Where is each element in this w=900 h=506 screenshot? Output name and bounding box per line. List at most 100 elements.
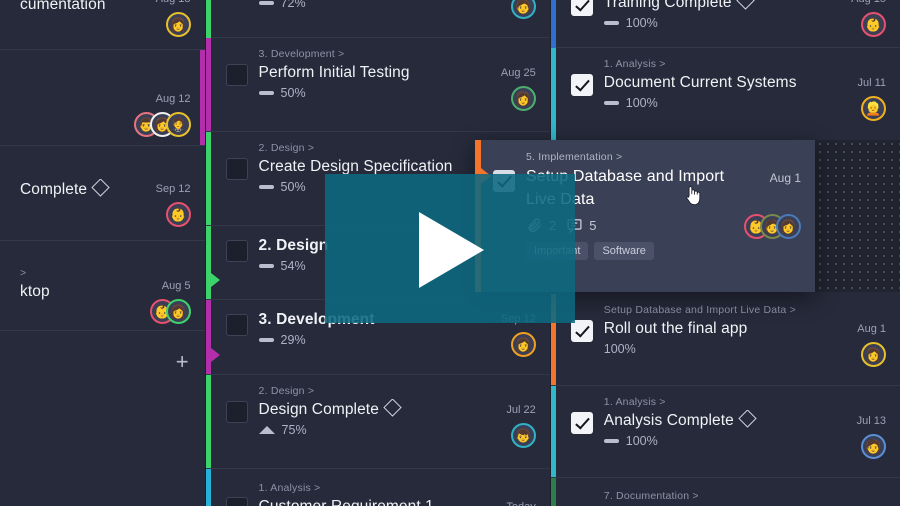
- assignee-avatars[interactable]: 👨 👩 🤵: [133, 112, 191, 137]
- progress-value: 100%: [603, 342, 636, 356]
- avatar[interactable]: 👦: [510, 423, 536, 448]
- task-progress: 29%: [258, 333, 476, 347]
- task-breadcrumb[interactable]: 7. Documentation >: [604, 489, 886, 503]
- row-color-bar: [550, 478, 556, 506]
- progress-value: 29%: [280, 333, 306, 347]
- assignee-avatars[interactable]: 👱: [834, 96, 886, 121]
- task-row[interactable]: 1. Analysis > Analysis Complete 100% Jul…: [550, 386, 900, 478]
- task-breadcrumb[interactable]: 2. Design >: [259, 384, 476, 398]
- add-task-button[interactable]: +: [176, 351, 189, 373]
- avatar[interactable]: 👩: [510, 332, 536, 357]
- avatar[interactable]: 👶: [165, 202, 191, 227]
- assignee-avatars[interactable]: 👩: [139, 12, 191, 37]
- row-color-bar: [205, 38, 211, 131]
- task-progress: 100%: [603, 434, 826, 448]
- avatar[interactable]: 🤵: [165, 112, 191, 137]
- task-row[interactable]: > ktop Aug 5 👶 👩: [0, 241, 205, 331]
- task-checkbox[interactable]: [570, 320, 593, 342]
- avatar[interactable]: 👩: [165, 12, 191, 37]
- task-date: Aug 1: [769, 171, 801, 185]
- assignee-avatars[interactable]: 👶: [139, 202, 191, 227]
- task-title-text: Design Complete: [258, 401, 379, 418]
- avatar[interactable]: 👩: [861, 342, 886, 367]
- task-row[interactable]: 2. Design > Design Complete 75% Jul 22 👦: [205, 375, 550, 469]
- task-breadcrumb[interactable]: 1. Analysis >: [259, 481, 476, 495]
- task-title: Document Current Systems: [603, 74, 797, 91]
- progress-triangle-icon: [258, 426, 275, 434]
- task-checkbox[interactable]: [225, 158, 248, 180]
- assignee-avatars[interactable]: 🧑: [484, 0, 536, 19]
- assignee-avatars[interactable]: 👶: [834, 12, 886, 37]
- progress-value: 54%: [280, 259, 306, 273]
- avatar[interactable]: 👶: [861, 12, 886, 37]
- task-checkbox[interactable]: [225, 240, 248, 262]
- task-row[interactable]: 72% 🧑: [205, 0, 550, 38]
- task-checkbox[interactable]: [225, 497, 248, 506]
- avatar[interactable]: 👩: [776, 214, 801, 239]
- task-checkbox[interactable]: [570, 74, 593, 96]
- task-progress: 100%: [604, 342, 826, 356]
- play-triangle-icon[interactable]: [419, 212, 484, 288]
- task-row[interactable]: Setup Database and Import Live Data > Ro…: [550, 294, 900, 386]
- task-row[interactable]: cumentation Aug 18 👩: [0, 0, 205, 50]
- task-row[interactable]: 7. Documentation >: [550, 478, 900, 506]
- progress-value: 50%: [280, 180, 306, 194]
- row-color-bar: [205, 226, 220, 299]
- task-breadcrumb[interactable]: 5. Implementation >: [526, 150, 736, 164]
- assignee-avatars[interactable]: 👦: [484, 423, 536, 448]
- task-date: Aug 25: [500, 67, 536, 79]
- task-row[interactable]: Complete Sep 12 👶: [0, 146, 205, 241]
- task-breadcrumb[interactable]: 1. Analysis >: [604, 395, 826, 409]
- task-checkbox[interactable]: [570, 0, 593, 16]
- assignee-avatars[interactable]: 👩: [484, 332, 536, 357]
- avatar[interactable]: 🧑: [510, 0, 536, 19]
- task-progress: 50%: [258, 86, 476, 100]
- task-checkbox[interactable]: [570, 412, 593, 434]
- task-breadcrumb[interactable]: 1. Analysis >: [604, 57, 826, 71]
- assignee-avatars[interactable]: 👩: [834, 342, 886, 367]
- task-row[interactable]: 1. Analysis > Document Current Systems 1…: [550, 48, 900, 142]
- avatar[interactable]: 👩: [165, 299, 191, 324]
- progress-dash-icon: [258, 264, 274, 268]
- task-row[interactable]: Aug 12 👨 👩 🤵: [0, 50, 205, 146]
- tag-software[interactable]: Software: [594, 242, 654, 260]
- row-color-bar: [205, 300, 220, 374]
- task-progress: 100%: [603, 16, 826, 30]
- assignee-avatars[interactable]: 👶 👩: [139, 299, 191, 324]
- assignee-avatars[interactable]: 👶 🧑 👩: [744, 214, 801, 239]
- task-breadcrumb[interactable]: 3. Development >: [259, 47, 476, 61]
- task-title: ktop: [20, 283, 50, 300]
- task-row[interactable]: 1. Analysis > Customer Requirement 1 Tod…: [205, 469, 550, 506]
- assignee-avatars[interactable]: 👩: [484, 86, 536, 111]
- row-color-bar: [205, 375, 211, 468]
- assignee-avatars[interactable]: 🧑: [834, 434, 886, 459]
- task-checkbox[interactable]: [225, 401, 248, 423]
- avatar[interactable]: 👱: [861, 96, 886, 121]
- task-title: Analysis Complete: [604, 410, 826, 431]
- task-row[interactable]: Training Complete 100% Aug 15 👶: [550, 0, 900, 48]
- add-task-row[interactable]: +: [0, 331, 205, 506]
- task-date: Aug 15: [834, 0, 886, 7]
- progress-value: 100%: [625, 96, 658, 110]
- task-date: Jul 22: [506, 404, 536, 416]
- row-color-bar: [205, 0, 211, 38]
- milestone-diamond-icon: [738, 410, 757, 428]
- progress-value: 50%: [280, 86, 306, 100]
- task-breadcrumb[interactable]: Setup Database and Import Live Data >: [604, 303, 826, 317]
- task-row[interactable]: 3. Development > Perform Initial Testing…: [205, 38, 550, 132]
- task-date: Jul 11: [857, 77, 886, 89]
- progress-dash-icon: [258, 338, 274, 342]
- row-color-bar: [205, 469, 211, 506]
- task-checkbox[interactable]: [225, 314, 248, 336]
- task-title: Customer Requirement 1: [259, 496, 476, 506]
- progress-value: 100%: [625, 16, 658, 30]
- task-title: Roll out the final app: [603, 320, 748, 337]
- task-breadcrumb[interactable]: >: [20, 266, 131, 280]
- task-checkbox[interactable]: [225, 64, 248, 86]
- row-color-bar: [550, 386, 556, 477]
- avatar[interactable]: 👩: [510, 86, 536, 111]
- progress-dash-icon: [603, 101, 619, 105]
- progress-dash-icon: [258, 91, 274, 95]
- row-color-bar: [550, 0, 556, 48]
- avatar[interactable]: 🧑: [861, 434, 886, 459]
